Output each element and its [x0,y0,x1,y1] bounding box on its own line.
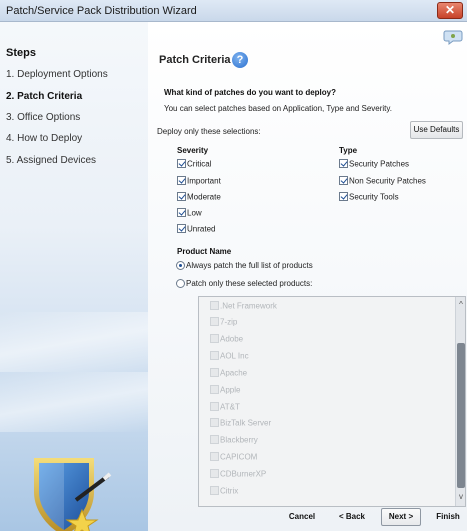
checkbox-checked[interactable] [177,159,186,169]
product-label: Blackberry [220,435,258,445]
checkbox-disabled [210,418,219,428]
checkbox-checked[interactable] [339,176,348,186]
chat-bubble-icon[interactable] [443,28,463,46]
checkbox-label: Important [187,176,221,186]
checkbox-disabled [210,469,219,479]
severity-moderate-checkbox[interactable]: Moderate [177,192,221,204]
help-icon[interactable]: ? [232,52,248,68]
checkbox-disabled [210,351,219,361]
cancel-button[interactable]: Cancel [282,508,322,526]
step-deployment-options[interactable]: 1. Deployment Options [6,69,108,80]
product-item: BizTalk Server [210,418,271,430]
checkbox-checked[interactable] [177,192,186,202]
chevron-down-icon[interactable]: v [456,491,465,503]
checkbox-label: Non Security Patches [349,176,426,186]
product-name-heading: Product Name [177,247,232,256]
severity-important-checkbox[interactable]: Important [177,176,221,188]
scrollbar-thumb[interactable] [457,343,465,488]
checkbox-checked[interactable] [177,224,186,234]
step-how-to-deploy[interactable]: 4. How to Deploy [6,133,82,144]
product-item: Citrix [210,486,238,498]
product-item: Adobe [210,334,243,346]
product-label: Apache [220,368,248,378]
product-label: .Net Framework [220,301,277,311]
checkbox-disabled [210,317,219,327]
product-item: AT&T [210,402,240,414]
product-label: Citrix [220,486,239,496]
product-label: Apple [220,385,241,395]
type-heading: Type [339,146,358,155]
product-label: Adobe [220,334,244,344]
severity-critical-checkbox[interactable]: Critical [177,159,211,171]
checkbox-disabled [210,385,219,395]
checkbox-label: Moderate [187,192,221,202]
step-assigned-devices[interactable]: 5. Assigned Devices [6,155,96,166]
next-button[interactable]: Next > [381,508,421,526]
checkbox-label: Security Tools [349,192,399,202]
product-label: AOL Inc [220,351,249,361]
checkbox-disabled [210,402,219,412]
radio-unselected[interactable] [176,279,185,289]
question-text: What kind of patches do you want to depl… [164,88,336,97]
checkbox-disabled [210,334,219,344]
description-text: You can select patches based on Applicat… [164,104,393,113]
use-defaults-button[interactable]: Use Defaults [410,121,463,139]
type-security-patches-checkbox[interactable]: Security Patches [339,159,409,171]
type-security-tools-checkbox[interactable]: Security Tools [339,192,399,204]
product-item: CAPICOM [210,452,257,464]
severity-low-checkbox[interactable]: Low [177,208,202,220]
checkbox-label: Unrated [187,224,216,234]
step-patch-criteria[interactable]: 2. Patch Criteria [6,91,82,102]
sidebar-decoration [0,312,148,372]
sidebar-decoration [0,372,148,432]
checkbox-label: Critical [187,159,212,169]
steps-heading: Steps [6,47,36,59]
title-bar: Patch/Service Pack Distribution Wizard ✕ [0,0,467,22]
severity-unrated-checkbox[interactable]: Unrated [177,224,215,236]
radio-selected-products[interactable]: Patch only these selected products: [176,279,313,289]
checkbox-checked[interactable] [339,192,348,202]
radio-label: Patch only these selected products: [186,279,313,288]
checkbox-checked[interactable] [339,159,348,169]
checkbox-checked[interactable] [177,176,186,186]
product-item: Blackberry [210,435,258,447]
step-office-options[interactable]: 3. Office Options [6,112,80,123]
checkbox-label: Security Patches [349,159,410,169]
product-label: AT&T [220,402,240,412]
product-item: Apple [210,385,240,397]
checkbox-disabled [210,435,219,445]
close-button[interactable]: ✕ [437,2,463,19]
steps-sidebar: Steps 1. Deployment Options 2. Patch Cri… [0,22,148,531]
product-item: 7-zip [210,317,237,329]
finish-button[interactable]: Finish [431,508,465,526]
main-panel: Patch Criteria ? What kind of patches do… [148,22,467,531]
checkbox-label: Low [187,208,202,218]
severity-heading: Severity [177,146,209,155]
checkbox-checked[interactable] [177,208,186,218]
shield-wand-icon [24,452,124,531]
product-item: AOL Inc [210,351,249,363]
product-label: BizTalk Server [220,418,272,428]
product-label: 7-zip [220,317,238,327]
product-list: .Net Framework 7-zip Adobe AOL Inc Apach… [198,296,466,507]
window-title: Patch/Service Pack Distribution Wizard [6,5,197,17]
radio-label: Always patch the full list of products [186,261,313,270]
type-non-security-patches-checkbox[interactable]: Non Security Patches [339,176,426,188]
page-title: Patch Criteria [159,54,231,66]
radio-full-list[interactable]: Always patch the full list of products [176,261,313,271]
checkbox-disabled [210,301,219,311]
checkbox-disabled [210,368,219,378]
product-list-scrollbar[interactable]: ^ v [455,297,465,506]
checkbox-disabled [210,452,219,462]
radio-selected[interactable] [176,261,185,271]
product-item: .Net Framework [210,301,277,313]
deploy-selections-label: Deploy only these selections: [157,127,261,136]
product-label: CAPICOM [220,452,258,462]
checkbox-disabled [210,486,219,496]
product-label: CDBurnerXP [220,469,267,479]
product-item: CDBurnerXP [210,469,266,481]
product-item: Apache [210,368,247,380]
chevron-up-icon[interactable]: ^ [456,299,465,311]
back-button[interactable]: < Back [332,508,372,526]
